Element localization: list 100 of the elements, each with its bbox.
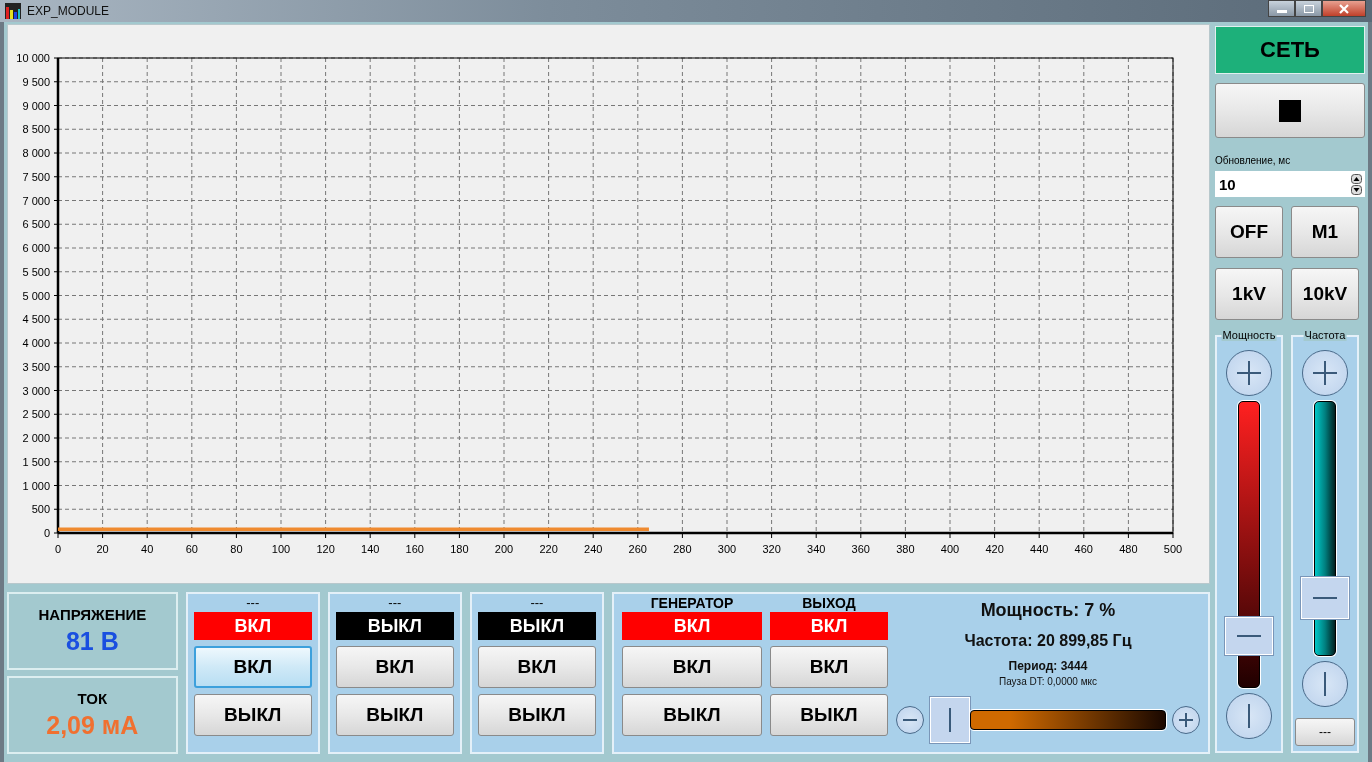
axis-tick-label: 500 [31, 503, 50, 516]
network-indicator: СЕТЬ [1215, 26, 1365, 74]
slider-thumb[interactable] [930, 697, 970, 743]
axis-tick-label: 4 500 [22, 313, 50, 326]
mode-button[interactable]: 10kV [1291, 268, 1359, 320]
axis-tick-label: 180 [450, 543, 469, 555]
axis-tick-label: 320 [762, 543, 781, 555]
axis-tick-label: 3 500 [22, 360, 50, 373]
switch-button[interactable]: ВКЛ [193, 646, 312, 688]
switch-button[interactable]: ВКЛ [477, 646, 596, 688]
axis-tick-label: 60 [185, 543, 198, 555]
axis-tick-label: 160 [405, 543, 424, 555]
mode-button[interactable]: OFF [1215, 206, 1283, 258]
axis-tick-label: 200 [494, 543, 514, 555]
axis-tick-label: 7 500 [22, 170, 50, 183]
axis-tick-label: 2 000 [22, 432, 50, 444]
status-indicator: ВЫКЛ [335, 612, 454, 640]
up-arrow-icon[interactable] [1351, 173, 1362, 184]
axis-tick-label: 9 500 [22, 75, 50, 88]
axis-tick-label: 80 [230, 543, 243, 555]
channel-title: --- [530, 596, 544, 610]
increase-button[interactable] [1226, 350, 1272, 396]
pause-readout: Пауза DT: 0,0000 мкс [998, 676, 1097, 687]
axis-tick-label: 400 [940, 543, 960, 555]
minus-icon [903, 719, 917, 721]
axis-tick-label: 7 000 [22, 194, 50, 207]
update-interval-field[interactable]: 10 [1219, 175, 1351, 193]
slider-thumb[interactable] [1301, 577, 1349, 620]
period-readout: Период: 3444 [1008, 659, 1088, 673]
maximize-button[interactable] [1295, 0, 1322, 17]
axis-tick-label: 500 [1163, 543, 1183, 555]
switch-button[interactable]: ВЫКЛ [193, 694, 312, 736]
axis-tick-label: 20 [96, 543, 109, 555]
switch-button[interactable]: ВЫКЛ [622, 694, 762, 736]
axis-tick-label: 2 500 [22, 408, 50, 421]
axis-tick-label: 1 000 [22, 479, 50, 492]
minimize-button[interactable] [1268, 0, 1295, 17]
axis-tick-label: 40 [141, 543, 154, 555]
plus-icon [1237, 361, 1261, 385]
horizontal-slider[interactable] [930, 697, 1166, 743]
axis-tick-label: 120 [316, 543, 335, 555]
readout-label: ТОК [77, 690, 108, 707]
switch-button[interactable]: ВЫКЛ [477, 694, 596, 736]
axis-tick-label: 100 [271, 543, 291, 555]
status-indicator: ВКЛ [193, 612, 312, 640]
axis-tick-label: 0 [54, 543, 62, 555]
column-title: ВЫХОД [802, 596, 856, 610]
column-title: ГЕНЕРАТОР [650, 596, 734, 610]
number-spinner[interactable]: 10 [1215, 171, 1365, 197]
axis-tick-label: 420 [985, 543, 1004, 555]
maximize-icon [1303, 4, 1314, 13]
down-arrow-icon[interactable] [1351, 184, 1362, 195]
decrease-button[interactable] [896, 706, 924, 734]
axis-tick-label: 260 [628, 543, 647, 555]
axis-tick-label: 6 000 [22, 242, 50, 254]
axis-tick-label: 220 [539, 543, 558, 555]
close-icon [1339, 3, 1349, 14]
readout-value: 2,09 мА [46, 711, 139, 740]
window-title: EXP_MODULE [27, 4, 110, 18]
axis-tick-label: 5 500 [22, 265, 50, 278]
switch-button[interactable]: ВКЛ [770, 646, 888, 688]
axis-tick-label: 480 [1119, 543, 1138, 555]
axis-tick-label: 8 000 [22, 147, 50, 159]
slider-thumb[interactable] [1225, 616, 1273, 655]
bar-chart-icon [5, 3, 21, 19]
mode-button[interactable]: 1kV [1215, 268, 1283, 320]
axis-tick-label: 5 000 [22, 289, 50, 302]
group-title: Мощность [1221, 329, 1277, 341]
readout-value: 81 В [65, 627, 119, 656]
axis-tick-label: 0 [43, 527, 50, 539]
extra-button[interactable]: --- [1295, 718, 1355, 746]
mode-button[interactable]: M1 [1291, 206, 1359, 258]
stop-button[interactable] [1215, 83, 1365, 138]
axis-tick-label: 380 [896, 543, 915, 555]
axis-tick-label: 280 [673, 543, 692, 555]
switch-button[interactable]: ВЫКЛ [770, 694, 888, 736]
frequency-readout: Частота: 20 899,85 Гц [964, 632, 1132, 650]
switch-button[interactable]: ВКЛ [622, 646, 762, 688]
axis-tick-label: 440 [1030, 543, 1049, 555]
status-indicator: ВКЛ [622, 612, 762, 640]
switch-button[interactable]: ВКЛ [335, 646, 454, 688]
status-indicator: ВЫКЛ [477, 612, 596, 640]
axis-tick-label: 9 000 [22, 99, 50, 112]
axis-tick-label: 340 [807, 543, 826, 555]
update-label: Обновление, мс [1215, 155, 1292, 166]
close-button[interactable] [1322, 0, 1366, 17]
increase-button[interactable] [1172, 706, 1200, 734]
switch-button[interactable]: ВЫКЛ [335, 694, 454, 736]
plus-icon [1313, 361, 1337, 385]
axis-tick-label: 240 [584, 543, 603, 555]
plus-icon [1179, 713, 1193, 727]
axis-tick-label: 4 000 [22, 337, 50, 349]
decrease-button[interactable] [1226, 693, 1272, 739]
decrease-button[interactable] [1302, 661, 1348, 707]
axis-tick-label: 300 [717, 543, 737, 555]
increase-button[interactable] [1302, 350, 1348, 396]
axis-tick-label: 460 [1074, 543, 1093, 555]
axis-tick-label: 8 500 [22, 123, 50, 136]
status-indicator: ВКЛ [770, 612, 888, 640]
channel-title: --- [388, 596, 402, 610]
